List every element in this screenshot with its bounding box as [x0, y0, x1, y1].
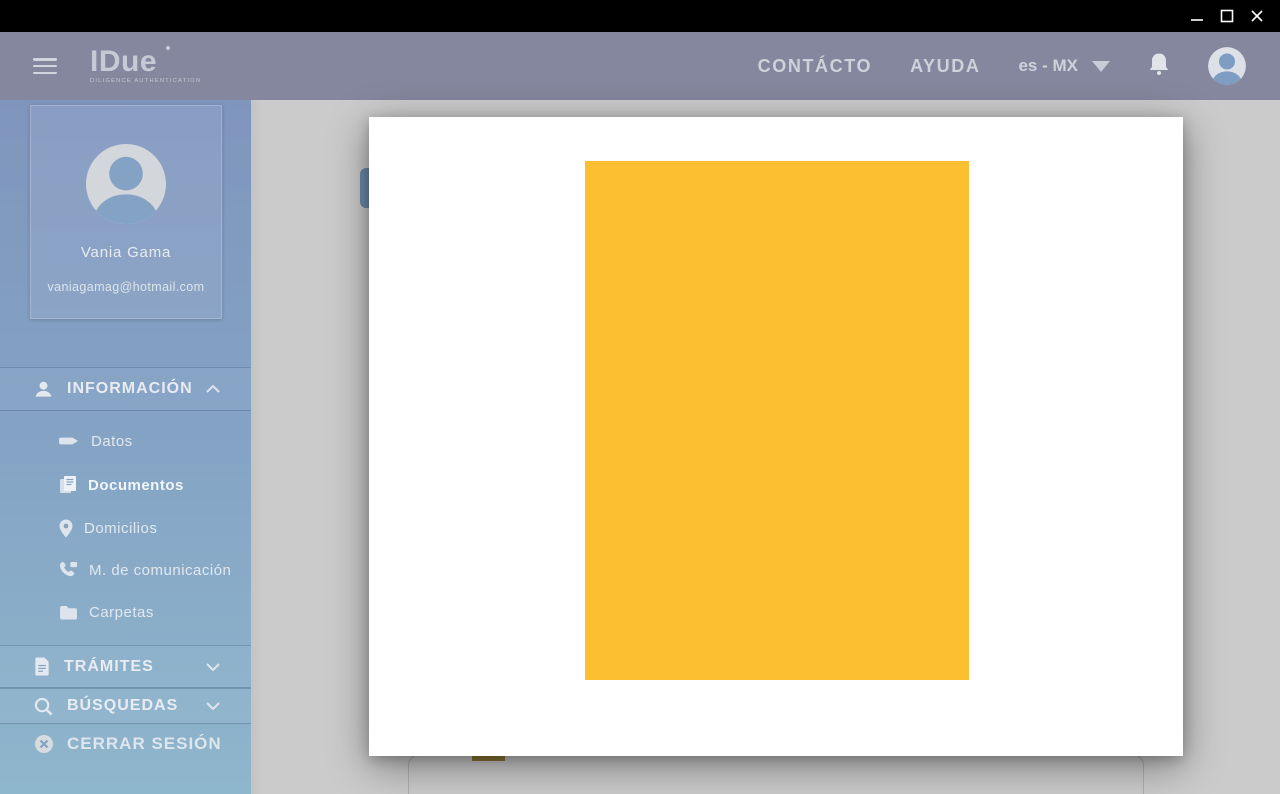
language-value: es - MX	[1018, 56, 1078, 76]
app-header: IDue DILIGENCE AUTHENTICATION CONTÁCTO A…	[0, 32, 1280, 100]
profile-card: Vania Gama vaniagamag@hotmail.com	[30, 105, 222, 319]
sidebar-item-carpetas[interactable]: Carpetas	[0, 591, 251, 633]
logo-title: IDue	[90, 47, 201, 77]
close-button[interactable]	[1242, 3, 1272, 29]
map-pin-icon	[59, 519, 73, 538]
logout-button[interactable]: CERRAR SESIÓN	[0, 723, 251, 765]
logo-tagline: DILIGENCE AUTHENTICATION	[90, 79, 201, 85]
sidebar-section-label: TRÁMITES	[64, 658, 154, 676]
profile-email: vaniagamag@hotmail.com	[31, 280, 221, 294]
phone-icon	[59, 561, 78, 580]
close-icon	[1250, 9, 1264, 23]
folder-icon	[59, 605, 78, 620]
app-logo: IDue DILIGENCE AUTHENTICATION	[90, 47, 201, 85]
sidebar-item-label: Datos	[91, 433, 133, 450]
sidebar-section-tramites[interactable]: TRÁMITES	[0, 645, 251, 688]
user-avatar-icon	[1208, 72, 1246, 85]
close-circle-icon	[34, 734, 54, 754]
sidebar: Vania Gama vaniagamag@hotmail.com INFORM…	[0, 100, 251, 794]
search-icon	[34, 697, 53, 716]
profile-avatar	[86, 144, 166, 224]
help-link[interactable]: AYUDA	[910, 56, 980, 77]
profile-name: Vania Gama	[31, 244, 221, 261]
sidebar-item-label: Documentos	[88, 477, 184, 494]
file-icon	[34, 657, 50, 676]
chevron-up-icon	[205, 384, 221, 394]
sidebar-item-datos[interactable]: Datos	[0, 420, 251, 462]
logout-label: CERRAR SESIÓN	[67, 734, 222, 754]
minimize-icon	[1190, 9, 1204, 23]
sidebar-section-informacion[interactable]: INFORMACIÓN	[0, 367, 251, 411]
chevron-down-icon	[205, 662, 221, 672]
app-window: IDue DILIGENCE AUTHENTICATION CONTÁCTO A…	[0, 0, 1280, 794]
header-actions: CONTÁCTO AYUDA es - MX	[758, 47, 1280, 85]
sidebar-item-label: M. de comunicación	[89, 562, 231, 579]
background-card-fragment	[408, 755, 1144, 794]
sidebar-item-label: Domicilios	[84, 520, 157, 537]
maximize-icon	[1220, 9, 1234, 23]
sidebar-item-domicilios[interactable]: Domicilios	[0, 507, 251, 549]
chevron-down-icon	[205, 701, 221, 711]
bell-icon	[1148, 52, 1170, 81]
language-selector[interactable]: es - MX	[1018, 56, 1110, 76]
documents-icon	[59, 475, 77, 495]
sidebar-section-busquedas[interactable]: BÚSQUEDAS	[0, 688, 251, 724]
card-icon	[59, 435, 80, 447]
sidebar-item-label: Carpetas	[89, 604, 154, 621]
person-icon	[34, 380, 53, 399]
maximize-button[interactable]	[1212, 3, 1242, 29]
document-preview[interactable]	[585, 161, 969, 680]
user-avatar-button[interactable]	[1208, 47, 1246, 85]
sidebar-section-label: BÚSQUEDAS	[67, 697, 178, 715]
window-titlebar[interactable]	[0, 0, 1280, 32]
sidebar-section-label: INFORMACIÓN	[67, 380, 193, 398]
hamburger-icon	[33, 58, 57, 61]
sidebar-item-m-de-comunicacion[interactable]: M. de comunicación	[0, 549, 251, 591]
document-preview-modal	[369, 117, 1183, 756]
contact-link[interactable]: CONTÁCTO	[758, 56, 872, 77]
caret-down-icon	[1092, 61, 1110, 72]
sidebar-item-documentos[interactable]: Documentos	[0, 464, 251, 506]
notifications-button[interactable]	[1148, 52, 1170, 81]
menu-button[interactable]	[33, 58, 57, 74]
minimize-button[interactable]	[1182, 3, 1212, 29]
